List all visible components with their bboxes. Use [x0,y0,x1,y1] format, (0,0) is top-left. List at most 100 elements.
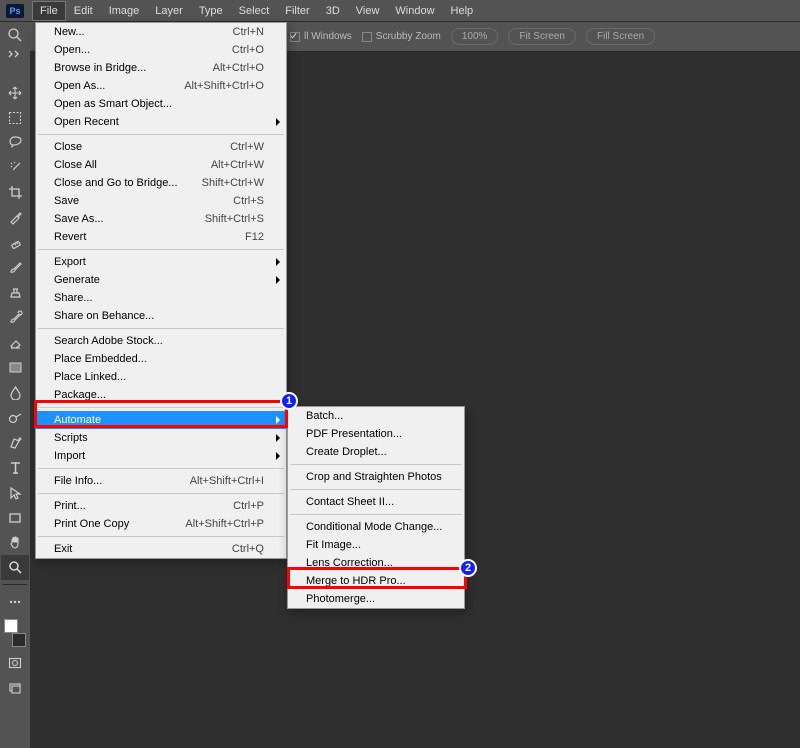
automate-submenu: Batch...PDF Presentation... Create Drople… [287,406,465,609]
menu-item-label: Save As... [54,213,205,225]
opt-scrubby-check[interactable]: Scrubby Zoom [362,31,441,42]
file-menu-item[interactable]: Automate [36,411,286,429]
menu-item-shortcut: Alt+Ctrl+W [211,159,264,171]
file-menu-item[interactable]: Open Recent [36,113,286,131]
file-menu-item[interactable]: Place Linked... [36,368,286,386]
tool-pen[interactable] [1,430,29,455]
automate-menu-item[interactable]: Fit Image... [288,536,464,554]
menu-item-label: Create Droplet... [306,446,442,458]
file-menu-item[interactable]: Print One CopyAlt+Shift+Ctrl+P [36,515,286,533]
menu-window[interactable]: Window [387,1,442,21]
automate-menu-item[interactable]: Photomerge... [288,590,464,608]
tool-move[interactable] [1,80,29,105]
menu-help[interactable]: Help [443,1,482,21]
tool-blur[interactable] [1,380,29,405]
toolbox-divider [3,584,27,585]
menu-item-label: Open As... [54,80,184,92]
file-menu-item[interactable]: ExitCtrl+Q [36,540,286,558]
tool-eraser[interactable] [1,330,29,355]
menu-image[interactable]: Image [101,1,148,21]
menu-item-label: New... [54,26,233,38]
tool-path-selection[interactable] [1,480,29,505]
menu-type[interactable]: Type [191,1,231,21]
tool-dodge[interactable] [1,405,29,430]
background-color-swatch[interactable] [12,633,26,647]
menu-separator [290,514,462,515]
automate-menu-item[interactable]: Crop and Straighten Photos [288,468,464,486]
file-menu-item[interactable]: CloseCtrl+W [36,138,286,156]
file-menu-item[interactable]: File Info...Alt+Shift+Ctrl+I [36,472,286,490]
menu-view[interactable]: View [348,1,388,21]
tool-zoom[interactable] [1,555,29,580]
tool-gradient[interactable] [1,355,29,380]
opt-btn-100[interactable]: 100% [451,28,499,45]
automate-menu-item[interactable]: Conditional Mode Change... [288,518,464,536]
menu-item-shortcut: Ctrl+W [230,141,264,153]
menu-file[interactable]: File [32,1,66,21]
menu-separator [38,249,284,250]
tool-brush[interactable] [1,255,29,280]
tool-type[interactable] [1,455,29,480]
file-menu-item[interactable]: Close AllAlt+Ctrl+W [36,156,286,174]
file-menu-item[interactable]: Browse in Bridge...Alt+Ctrl+O [36,59,286,77]
file-menu-item[interactable]: Save As...Shift+Ctrl+S [36,210,286,228]
menu-separator [290,464,462,465]
tool-marquee[interactable] [1,105,29,130]
file-menu-item[interactable]: Open As...Alt+Shift+Ctrl+O [36,77,286,95]
menu-3d[interactable]: 3D [318,1,348,21]
menu-item-label: Share on Behance... [54,310,264,322]
tool-eyedropper[interactable] [1,205,29,230]
foreground-color-swatch[interactable] [4,619,18,633]
automate-menu-item[interactable]: Batch... [288,407,464,425]
menu-layer[interactable]: Layer [147,1,191,21]
file-menu-item[interactable]: Export [36,253,286,271]
file-menu-item[interactable]: Open...Ctrl+O [36,41,286,59]
automate-menu-item[interactable]: Contact Sheet II... [288,493,464,511]
file-menu-item[interactable]: Import [36,447,286,465]
opt-all-windows-check[interactable]: ll Windows [290,31,352,42]
tool-current-zoom-icon [1,22,29,47]
menu-item-shortcut: Ctrl+Q [232,543,264,555]
opt-btn-fit-screen[interactable]: Fit Screen [508,28,576,45]
file-menu-item[interactable]: Share... [36,289,286,307]
file-menu-item[interactable]: Search Adobe Stock... [36,332,286,350]
file-menu-item[interactable]: New...Ctrl+N [36,23,286,41]
tool-edit-toolbar[interactable] [1,589,29,614]
file-menu-item[interactable]: Open as Smart Object... [36,95,286,113]
tool-hand[interactable] [1,530,29,555]
screen-mode-toggle[interactable] [1,675,29,700]
menu-item-label: Close [54,141,230,153]
menu-select[interactable]: Select [231,1,278,21]
file-menu-item[interactable]: Close and Go to Bridge...Shift+Ctrl+W [36,174,286,192]
automate-menu-item[interactable]: Create Droplet... [288,443,464,461]
file-menu-item[interactable]: Package... [36,386,286,404]
opt-btn-fill-screen[interactable]: Fill Screen [586,28,655,45]
toolbox-expand-icon[interactable] [0,47,30,61]
menu-item-label: Share... [54,292,264,304]
menu-filter[interactable]: Filter [277,1,317,21]
file-menu-item[interactable]: Place Embedded... [36,350,286,368]
file-menu-item[interactable]: RevertF12 [36,228,286,246]
menu-item-shortcut: Shift+Ctrl+W [202,177,264,189]
tool-clone-stamp[interactable] [1,280,29,305]
tool-rectangle[interactable] [1,505,29,530]
menu-item-shortcut: Ctrl+S [233,195,264,207]
automate-menu-item[interactable]: PDF Presentation... [288,425,464,443]
file-menu-item[interactable]: Print...Ctrl+P [36,497,286,515]
automate-menu-item[interactable]: Merge to HDR Pro... [288,572,464,590]
file-menu-item[interactable]: SaveCtrl+S [36,192,286,210]
menu-item-label: Import [54,450,264,462]
quick-mask-toggle[interactable] [1,650,29,675]
automate-menu-item[interactable]: Lens Correction... [288,554,464,572]
menu-item-label: Exit [54,543,232,555]
color-swatches[interactable] [1,618,29,648]
tool-magic-wand[interactable] [1,155,29,180]
tool-history-brush[interactable] [1,305,29,330]
file-menu-item[interactable]: Generate [36,271,286,289]
tool-crop[interactable] [1,180,29,205]
tool-lasso[interactable] [1,130,29,155]
tool-spot-healing[interactable] [1,230,29,255]
menu-edit[interactable]: Edit [66,1,101,21]
file-menu-item[interactable]: Scripts [36,429,286,447]
file-menu-item[interactable]: Share on Behance... [36,307,286,325]
